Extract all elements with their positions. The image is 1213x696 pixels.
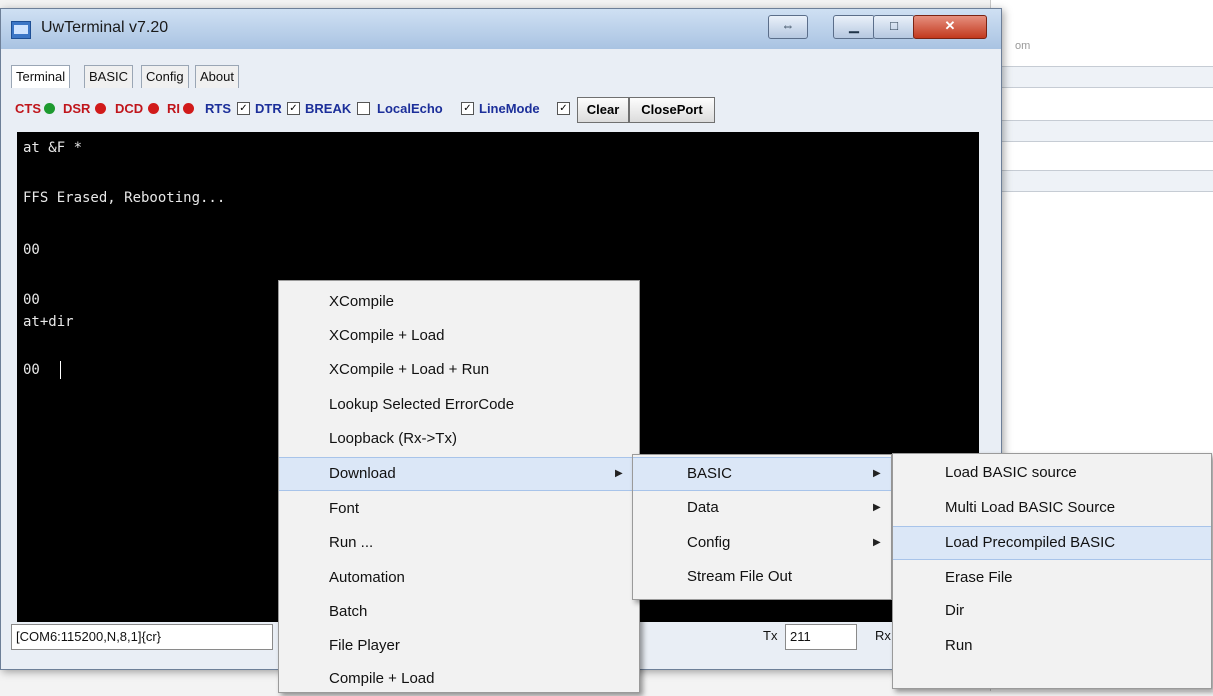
menu-item-label: Batch [329, 603, 368, 620]
download-submenu: BASIC ▶ Data ▶ Config ▶ Stream File Out [632, 454, 892, 600]
menu-item-label: Data [687, 499, 719, 516]
basic-submenu: Load BASIC source Multi Load BASIC Sourc… [892, 453, 1212, 689]
submenu-arrow-icon: ▶ [873, 468, 881, 479]
menu-item-label: BASIC [687, 465, 733, 482]
submenu-item-load-basic-source[interactable]: Load BASIC source [893, 456, 1211, 490]
terminal-line: FFS Erased, Rebooting... [23, 190, 226, 206]
submenu-item-multi-load-basic-source[interactable]: Multi Load BASIC Source [893, 491, 1211, 525]
submenu-item-erase-file[interactable]: Erase File [893, 561, 1211, 595]
menu-item-label: XCompile [329, 293, 395, 310]
menu-item-batch[interactable]: Batch [279, 595, 639, 629]
dtr-checkbox[interactable]: ✓ [287, 102, 300, 115]
close-button[interactable]: ✕ [913, 15, 987, 39]
menu-item-xcompile-load-run[interactable]: XCompile + Load + Run [279, 353, 639, 387]
menu-item-label: Lookup Selected ErrorCode [329, 396, 515, 413]
localecho-checkbox[interactable]: ✓ [461, 102, 474, 115]
background-field-strip [991, 120, 1213, 142]
linemode-label: LineMode [479, 101, 540, 116]
submenu-arrow-icon: ▶ [615, 468, 623, 479]
tx-label: Tx [763, 628, 778, 643]
cts-indicator-icon [44, 103, 55, 114]
submenu-item-basic[interactable]: BASIC ▶ [633, 457, 891, 491]
tx-count-field: 211 [785, 624, 857, 650]
menu-item-automation[interactable]: Automation [279, 561, 639, 595]
submenu-item-dir[interactable]: Dir [893, 594, 1211, 628]
rts-label: RTS [205, 101, 231, 116]
terminal-line: at &F * [23, 140, 83, 156]
menu-item-file-player[interactable]: File Player [279, 629, 639, 663]
text-cursor [60, 361, 61, 379]
menu-item-lookup-errorcode[interactable]: Lookup Selected ErrorCode [279, 388, 639, 422]
background-field-strip [991, 170, 1213, 192]
menu-item-label: Download [329, 465, 396, 482]
background-app-text: om [1015, 40, 1031, 52]
menu-item-download[interactable]: Download ▶ [279, 457, 639, 491]
dsr-label: DSR [63, 101, 91, 116]
menu-item-label: Erase File [945, 569, 1013, 586]
menu-item-label: Config [687, 534, 731, 551]
dtr-label: DTR [255, 101, 282, 116]
background-toolbar-strip [991, 66, 1213, 88]
menu-item-label: Load BASIC source [945, 464, 1077, 481]
menu-item-label: Multi Load BASIC Source [945, 499, 1116, 516]
menu-item-label: Loopback (Rx->Tx) [329, 430, 457, 447]
terminal-context-menu: XCompile XCompile + Load XCompile + Load… [278, 280, 640, 693]
menu-item-run[interactable]: Run ... [279, 526, 639, 560]
restore-button[interactable]: ⇔ [768, 15, 808, 39]
title-bar[interactable]: UwTerminal v7.20 ⇔ ▁ □ ✕ [1, 9, 1001, 49]
maximize-button[interactable]: □ [873, 15, 915, 39]
menu-item-label: XCompile + Load [329, 327, 445, 344]
menu-item-label: Load Precompiled BASIC [945, 534, 1116, 551]
menu-item-label: Run [945, 637, 973, 654]
menu-item-label: Run ... [329, 534, 374, 551]
submenu-item-config[interactable]: Config ▶ [633, 526, 891, 560]
linemode-checkbox[interactable]: ✓ [557, 102, 570, 115]
dcd-indicator-icon [148, 103, 159, 114]
window-title: UwTerminal v7.20 [41, 19, 169, 36]
break-label: BREAK [305, 101, 352, 116]
submenu-arrow-icon: ▶ [873, 502, 881, 513]
menu-item-label: XCompile + Load + Run [329, 361, 490, 378]
terminal-line: at+dir [23, 314, 74, 330]
menu-item-label: Stream File Out [687, 568, 793, 585]
submenu-item-stream-file-out[interactable]: Stream File Out [633, 560, 891, 594]
minimize-button[interactable]: ▁ [833, 15, 875, 39]
submenu-item-data[interactable]: Data ▶ [633, 491, 891, 525]
close-port-button[interactable]: ClosePort [629, 97, 715, 123]
rts-checkbox[interactable]: ✓ [237, 102, 250, 115]
menu-item-label: Dir [945, 602, 965, 619]
menu-item-label: Font [329, 500, 360, 517]
terminal-line: 00 [23, 292, 40, 308]
ri-label: RI [167, 101, 180, 116]
dsr-indicator-icon [95, 103, 106, 114]
ri-indicator-icon [183, 103, 194, 114]
terminal-line: 00 [23, 242, 40, 258]
menu-item-font[interactable]: Font [279, 492, 639, 526]
rx-label: Rx [875, 628, 891, 643]
tab-config[interactable]: Config [141, 65, 189, 88]
control-row: CTS DSR DCD RI RTS ✓ DTR ✓ BREAK LocalEc… [15, 97, 975, 123]
tab-basic[interactable]: BASIC [84, 65, 134, 88]
terminal-line: 00 [23, 362, 40, 378]
menu-item-label: Automation [329, 569, 405, 586]
submenu-item-run[interactable]: Run [893, 629, 1211, 663]
menu-item-xcompile-load[interactable]: XCompile + Load [279, 319, 639, 353]
tab-terminal[interactable]: Terminal [11, 65, 71, 88]
menu-item-xcompile[interactable]: XCompile [279, 285, 639, 319]
clear-button[interactable]: Clear [577, 97, 629, 123]
menu-item-loopback[interactable]: Loopback (Rx->Tx) [279, 422, 639, 456]
tab-about[interactable]: About [195, 65, 239, 88]
submenu-arrow-icon: ▶ [873, 537, 881, 548]
menu-item-label: File Player [329, 637, 400, 654]
cts-label: CTS [15, 101, 41, 116]
break-checkbox[interactable] [357, 102, 370, 115]
localecho-label: LocalEcho [377, 101, 443, 116]
submenu-item-load-precompiled-basic[interactable]: Load Precompiled BASIC [893, 526, 1211, 560]
app-icon [11, 21, 31, 39]
dcd-label: DCD [115, 101, 144, 116]
port-settings-field: [COM6:115200,N,8,1]{cr} [11, 624, 273, 650]
